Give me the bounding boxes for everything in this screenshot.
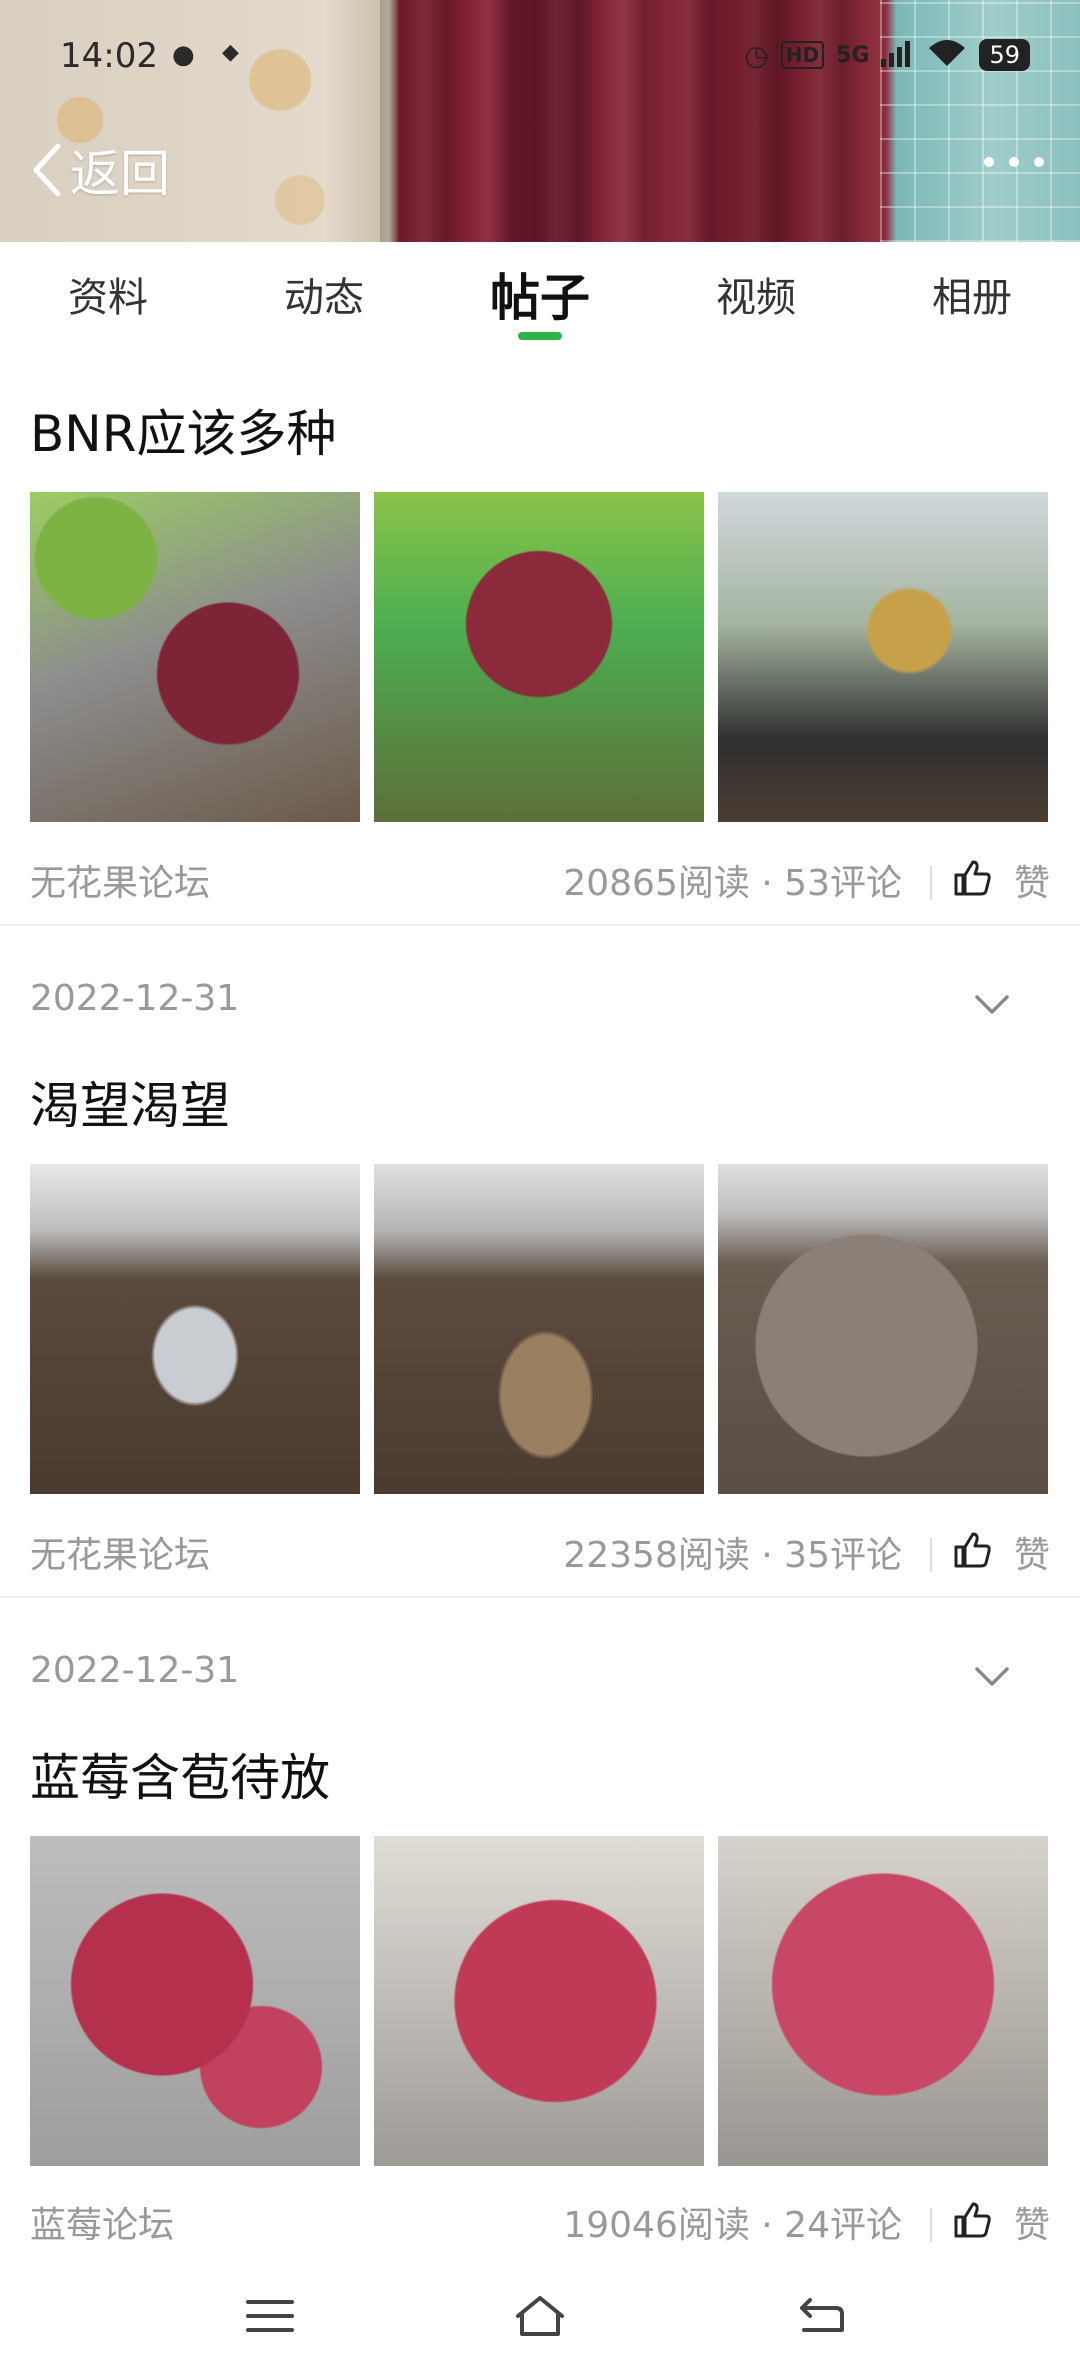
back-button[interactable]: 返回: [28, 134, 170, 206]
like-label[interactable]: 赞: [1014, 1526, 1050, 1578]
like-label[interactable]: 赞: [1014, 854, 1050, 906]
tab-videos[interactable]: 视频: [648, 242, 864, 354]
tab-album[interactable]: 相册: [864, 242, 1080, 354]
status-right: ◷ HD 5G 59: [744, 38, 1030, 72]
chevron-left-icon: [33, 143, 61, 197]
status-time: 14:02: [60, 36, 158, 76]
tab-activity[interactable]: 动态: [216, 242, 432, 354]
meta-divider: [930, 1538, 932, 1572]
top-nav: 返回: [0, 130, 1080, 210]
battery-indicator: 59: [979, 39, 1030, 71]
thumbs-up-icon[interactable]: [952, 858, 992, 898]
post-date: 2022-12-31: [30, 978, 240, 1019]
post-photos: [30, 1164, 1048, 1494]
back-label: 返回: [70, 145, 170, 203]
post-stats: 19046阅读 · 24评论: [563, 2205, 902, 2246]
post-photo[interactable]: [30, 492, 360, 822]
post-meta: 无花果论坛 20865阅读 · 53评论 赞: [30, 854, 1050, 914]
post-photos: [30, 492, 1048, 822]
home-icon[interactable]: [514, 2294, 566, 2338]
post-card[interactable]: 2022-12-31 渴望渴望 无花果论坛 22358阅读 · 35评论 赞: [0, 926, 1080, 1596]
post-photo[interactable]: [30, 1836, 360, 2166]
post-photo[interactable]: [718, 1164, 1048, 1494]
post-forum[interactable]: 无花果论坛: [30, 854, 210, 906]
alarm-icon: ◷: [744, 38, 769, 72]
profile-tabs: 资料 动态 帖子 视频 相册: [0, 242, 1080, 354]
network-type: 5G: [836, 42, 870, 68]
post-title[interactable]: 蓝莓含苞待放: [30, 1738, 330, 1810]
post-stats: 22358阅读 · 35评论: [563, 1535, 902, 1576]
like-label[interactable]: 赞: [1014, 2196, 1050, 2248]
meta-divider: [930, 866, 932, 900]
tab-posts[interactable]: 帖子: [432, 242, 648, 354]
thumbs-up-icon[interactable]: [952, 2200, 992, 2240]
post-card[interactable]: 2022-12-31 蓝莓含苞待放 蓝莓论坛 19046阅读 · 24评论 赞: [0, 1598, 1080, 2248]
post-photos: [30, 1836, 1048, 2166]
post-photo[interactable]: [30, 1164, 360, 1494]
wechat-icon: ●: [172, 40, 195, 70]
meta-divider: [930, 2208, 932, 2242]
post-meta: 无花果论坛 22358阅读 · 35评论 赞: [30, 1526, 1050, 1586]
header-banner: 14:02 ● ◆ ◷ HD 5G 59 返回: [0, 0, 1080, 242]
thumbs-up-icon[interactable]: [952, 1530, 992, 1570]
tab-profile[interactable]: 资料: [0, 242, 216, 354]
chevron-down-icon[interactable]: [974, 1666, 1010, 1688]
more-dots-icon[interactable]: [984, 152, 1044, 172]
chevron-down-icon[interactable]: [974, 994, 1010, 1016]
post-title[interactable]: BNR应该多种: [30, 394, 336, 466]
wifi-icon: [927, 38, 967, 72]
back-icon[interactable]: [796, 2294, 848, 2338]
post-date: 2022-12-31: [30, 1650, 240, 1691]
post-photo[interactable]: [374, 492, 704, 822]
post-stats: 20865阅读 · 53评论: [563, 863, 902, 904]
system-nav-bar: [0, 2250, 1080, 2376]
signal-icon: [881, 39, 915, 71]
post-card[interactable]: BNR应该多种 无花果论坛 20865阅读 · 53评论 赞: [0, 354, 1080, 924]
post-forum[interactable]: 蓝莓论坛: [30, 2196, 174, 2248]
taobao-icon: ◆: [222, 40, 239, 65]
post-title[interactable]: 渴望渴望: [30, 1066, 230, 1138]
post-photo[interactable]: [718, 1836, 1048, 2166]
post-meta: 蓝莓论坛 19046阅读 · 24评论 赞: [30, 2196, 1050, 2256]
post-forum[interactable]: 无花果论坛: [30, 1526, 210, 1578]
post-photo[interactable]: [718, 492, 1048, 822]
post-photo[interactable]: [374, 1164, 704, 1494]
menu-icon[interactable]: [244, 2294, 296, 2338]
status-bar: 14:02 ● ◆ ◷ HD 5G 59: [0, 30, 1080, 86]
hd-icon: HD: [780, 41, 825, 69]
post-photo[interactable]: [374, 1836, 704, 2166]
